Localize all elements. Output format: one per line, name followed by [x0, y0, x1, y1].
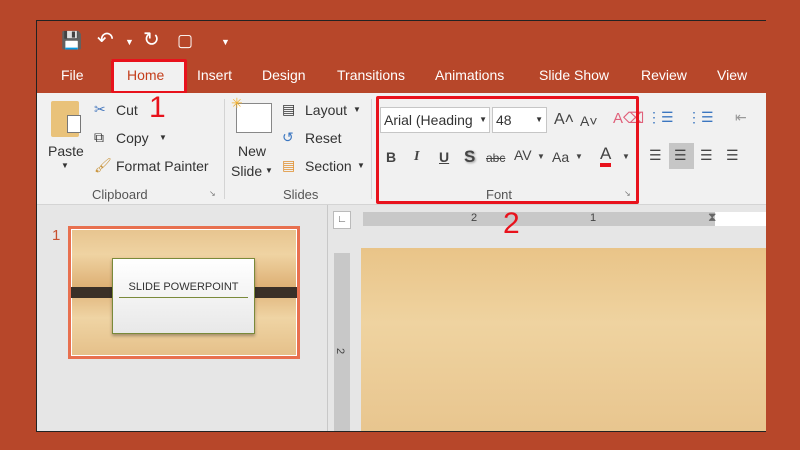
tab-review[interactable]: Review: [641, 67, 687, 83]
slide-thumbnail[interactable]: SLIDE POWERPOINT: [68, 226, 300, 359]
separator: [371, 99, 372, 199]
numbering-icon[interactable]: ⋮☰: [687, 109, 714, 126]
save-icon[interactable]: 💾: [61, 31, 82, 51]
indent-marker-icon[interactable]: ⧗: [708, 210, 716, 225]
horizontal-ruler[interactable]: 2 1 ⧗: [363, 210, 766, 226]
clipboard-group-label: Clipboard: [92, 187, 148, 202]
copy-icon: ⧉: [94, 129, 104, 145]
copy-dropdown-icon[interactable]: ▼: [159, 133, 167, 142]
layout-icon: ▤: [282, 101, 296, 117]
annotation-box-font: [376, 96, 639, 204]
paste-dropdown-icon[interactable]: ▼: [61, 161, 69, 170]
ruler-label: 2: [334, 347, 347, 355]
workspace: 1 SLIDE POWERPOINT ∟ 2 1 ⧗ 2 2: [37, 205, 766, 431]
tab-insert[interactable]: Insert: [197, 67, 232, 83]
start-from-beginning-icon[interactable]: ▢: [177, 31, 193, 51]
clipboard-launcher-icon[interactable]: ↘: [209, 189, 216, 198]
undo-dropdown-icon[interactable]: ▼: [125, 37, 134, 47]
paste-button[interactable]: Paste: [48, 143, 84, 159]
ruler-label: 1: [590, 212, 597, 224]
bullets-icon[interactable]: ⋮☰: [647, 109, 674, 126]
thumbnail-title-box: SLIDE POWERPOINT: [112, 258, 255, 334]
cut-button[interactable]: Cut: [116, 102, 138, 118]
pane-divider[interactable]: [327, 205, 328, 431]
ruler-label: 2: [471, 212, 478, 224]
vertical-ruler[interactable]: 2: [334, 253, 350, 431]
slide-number: 1: [52, 227, 61, 244]
annotation-number-1: 1: [149, 91, 166, 124]
tab-selector-icon[interactable]: ∟: [333, 211, 351, 229]
title-underline: [119, 297, 248, 298]
redo-icon[interactable]: ↻: [143, 27, 160, 52]
section-button[interactable]: Section: [305, 158, 352, 174]
reset-icon: ↺: [282, 129, 294, 145]
justify-icon[interactable]: ☰: [726, 147, 739, 164]
slide-canvas[interactable]: [361, 248, 766, 431]
layout-button[interactable]: Layout: [305, 102, 347, 118]
paste-page-icon: [67, 115, 81, 133]
annotation-number-2: 2: [503, 207, 520, 240]
tab-home[interactable]: Home: [127, 67, 164, 83]
ruler-white-area: [715, 212, 766, 226]
align-center-icon[interactable]: ☰: [674, 147, 687, 164]
new-slide-button-line1[interactable]: New: [238, 143, 266, 159]
thumbnail-title: SLIDE POWERPOINT: [128, 281, 239, 293]
tab-transitions[interactable]: Transitions: [337, 67, 405, 83]
powerpoint-window: 💾 ↶ ▼ ↻ ▢ ▼ File Home Insert Design Tran…: [36, 20, 766, 432]
tab-animations[interactable]: Animations: [435, 67, 504, 83]
format-painter-button[interactable]: Format Painter: [116, 158, 209, 174]
format-painter-icon: 🖌: [94, 157, 112, 173]
align-left-icon[interactable]: ☰: [649, 147, 662, 164]
decrease-indent-icon[interactable]: ⇤: [735, 109, 747, 126]
layout-dropdown-icon[interactable]: ▼: [353, 105, 361, 114]
customize-icon[interactable]: ▼: [221, 37, 230, 47]
copy-button[interactable]: Copy: [116, 130, 149, 146]
sparkle-icon: ✳: [231, 95, 243, 111]
cut-icon: ✂: [94, 101, 106, 117]
tab-view[interactable]: View: [717, 67, 747, 83]
reset-button[interactable]: Reset: [305, 130, 342, 146]
separator: [224, 99, 225, 199]
section-icon: ▤: [282, 157, 296, 173]
undo-icon[interactable]: ↶: [97, 27, 114, 52]
slides-group-label: Slides: [283, 187, 319, 202]
align-right-icon[interactable]: ☰: [700, 147, 713, 164]
section-dropdown-icon[interactable]: ▼: [357, 161, 365, 170]
tab-file[interactable]: File: [61, 67, 84, 83]
new-slide-dropdown-icon[interactable]: ▼: [265, 166, 273, 175]
tab-slide-show[interactable]: Slide Show: [539, 67, 609, 83]
new-slide-button-line2[interactable]: Slide: [231, 163, 262, 179]
tab-design[interactable]: Design: [262, 67, 306, 83]
ribbon: Paste ▼ ✂ Cut ⧉ Copy ▼ 🖌 Format Painter …: [37, 93, 766, 205]
